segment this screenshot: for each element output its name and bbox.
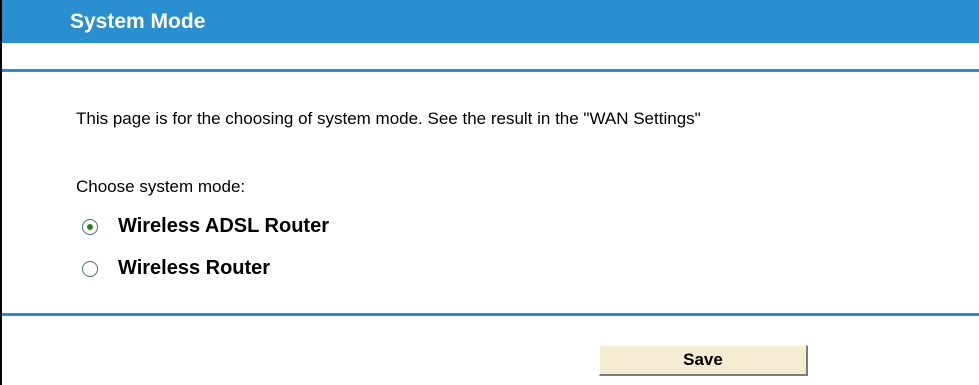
radio-label-wireless-router: Wireless Router (118, 257, 271, 279)
radio-option-wireless-router[interactable]: Wireless Router (82, 257, 270, 280)
choose-mode-label: Choose system mode: (76, 177, 246, 196)
page-description: This page is for the choosing of system … (76, 109, 701, 128)
title-bar: System Mode (2, 0, 979, 43)
bottom-divider (2, 313, 979, 316)
page-frame: System Mode This page is for the choosin… (0, 0, 979, 385)
top-divider (2, 69, 979, 72)
radio-option-wireless-adsl-router[interactable]: Wireless ADSL Router (82, 215, 329, 238)
radio-button-wireless-router[interactable] (82, 260, 98, 277)
page-title: System Mode (70, 10, 206, 33)
radio-button-wireless-adsl-router[interactable] (82, 218, 98, 235)
save-button[interactable]: Save (599, 345, 808, 376)
radio-label-wireless-adsl-router: Wireless ADSL Router (118, 215, 329, 237)
